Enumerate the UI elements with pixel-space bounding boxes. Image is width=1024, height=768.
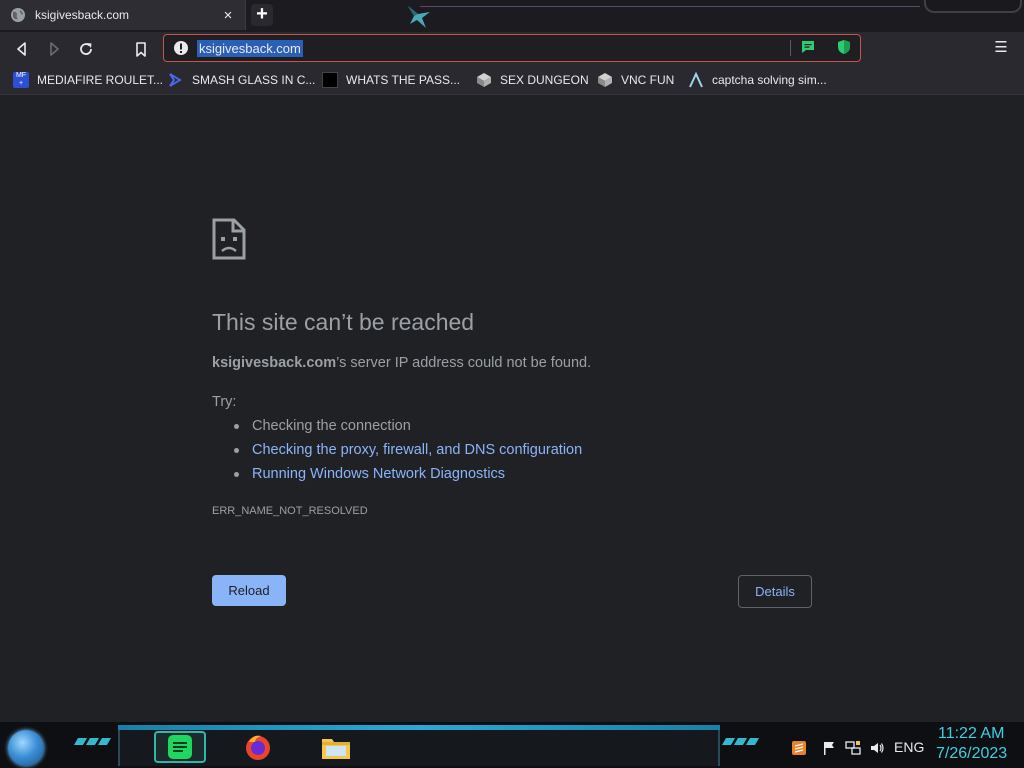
bookmark-label: captcha solving sim... (712, 73, 827, 87)
spotify-icon (168, 735, 192, 759)
browser-menu-button[interactable]: ☰ (992, 38, 1010, 58)
bookmark-label: WHATS THE PASS... (346, 73, 461, 87)
bookmark-item[interactable]: WHATS THE PASS... (322, 70, 460, 90)
lambda-icon (689, 72, 703, 88)
file-explorer-icon (322, 739, 350, 759)
taskbar-decoration-right (721, 738, 760, 748)
tab-title: ksigivesback.com (35, 8, 130, 22)
start-button[interactable] (8, 730, 44, 766)
network-icon[interactable] (845, 740, 861, 756)
mediafire-icon: MF + (13, 72, 29, 88)
bookmark-button[interactable] (130, 38, 152, 60)
bookmark-label: MEDIAFIRE ROULET... (37, 73, 164, 87)
black-square-icon (322, 72, 338, 88)
error-host: ksigivesback.com (212, 355, 337, 371)
taskbar-app-spotify[interactable] (154, 731, 206, 763)
bookmark-item[interactable]: captcha solving sim... (688, 70, 827, 90)
taskbar-app-frame (118, 730, 720, 766)
browser-toolbar: ksigivesback.com (0, 32, 1024, 65)
globe-icon (11, 8, 25, 22)
error-code: ERR_NAME_NOT_RESOLVED (212, 505, 368, 517)
shield-extension-icon[interactable] (836, 39, 852, 55)
error-description: ksigivesback.com’s server IP address cou… (212, 355, 591, 371)
bookmark-item[interactable]: SEX DUNGEON (476, 70, 589, 90)
chevron-logo-icon (169, 73, 182, 87)
language-indicator[interactable]: ENG (894, 739, 924, 755)
clock-time[interactable]: 11:22 AM (938, 725, 1004, 743)
back-button[interactable] (11, 38, 33, 60)
window-frame-decoration (924, 0, 1022, 13)
bird-ornament-icon (408, 6, 430, 28)
try-label: Try: (212, 394, 237, 410)
sad-page-icon (212, 218, 246, 260)
tab-active[interactable]: ksigivesback.com × (0, 0, 246, 30)
reload-page-button[interactable]: Reload (212, 575, 286, 606)
back-arrow-icon (17, 42, 26, 56)
flag-icon[interactable] (821, 740, 837, 756)
info-warning-icon[interactable] (173, 40, 189, 56)
bookmark-label: VNC FUN (621, 73, 675, 87)
omnibox-divider (790, 40, 791, 56)
titlebar-decoration (420, 6, 920, 7)
firefox-icon (246, 735, 270, 760)
bookmark-label: SEX DUNGEON (500, 73, 589, 87)
tab-close-icon[interactable]: × (221, 7, 235, 24)
taskbar: ENG 11:22 AM 7/26/2023 (0, 722, 1024, 768)
clock-date[interactable]: 7/26/2023 (936, 745, 1007, 763)
page-content: This site can’t be reached ksigivesback.… (0, 96, 1024, 722)
bookmark-item[interactable]: SMASH GLASS IN C... (168, 70, 315, 90)
bookmark-icon (136, 41, 146, 57)
bookmark-item[interactable]: MF + MEDIAFIRE ROULET... (13, 70, 163, 90)
error-title: This site can’t be reached (212, 309, 475, 335)
suggestion-link-diagnostics[interactable]: Running Windows Network Diagnostics (234, 464, 582, 488)
cube-icon (477, 73, 491, 87)
taskbar-app-firefox[interactable] (240, 731, 276, 763)
suggestion-link-proxy[interactable]: Checking the proxy, firewall, and DNS co… (234, 440, 582, 464)
forward-arrow-icon (50, 42, 59, 56)
address-bar[interactable]: ksigivesback.com (163, 34, 861, 62)
error-description-text: ’s server IP address could not be found. (336, 355, 592, 371)
suggestion-item: Checking the connection (234, 416, 582, 440)
bookmarks-bar: MF + MEDIAFIRE ROULET... SMASH GLASS IN C… (0, 65, 1024, 95)
taskbar-app-file-explorer[interactable] (318, 731, 354, 763)
taskbar-decoration-left (73, 738, 112, 748)
reload-icon (80, 43, 92, 55)
details-button[interactable]: Details (738, 575, 812, 608)
forward-button[interactable] (43, 38, 65, 60)
volume-icon[interactable] (869, 740, 885, 756)
tab-strip: ksigivesback.com × + (0, 0, 1024, 32)
sublime-tray-icon[interactable] (791, 740, 807, 756)
bookmark-label: SMASH GLASS IN C... (192, 73, 316, 87)
cube-icon (598, 73, 612, 87)
suggestion-list: Checking the connection Checking the pro… (234, 416, 582, 488)
url-text[interactable]: ksigivesback.com (197, 40, 303, 57)
chat-extension-icon[interactable] (800, 39, 816, 55)
new-tab-button[interactable]: + (251, 4, 273, 26)
screen: ksigivesback.com × + ksigivesback.com ☰ … (0, 0, 1024, 768)
bookmark-item[interactable]: VNC FUN (597, 70, 674, 90)
reload-button[interactable] (75, 38, 97, 60)
